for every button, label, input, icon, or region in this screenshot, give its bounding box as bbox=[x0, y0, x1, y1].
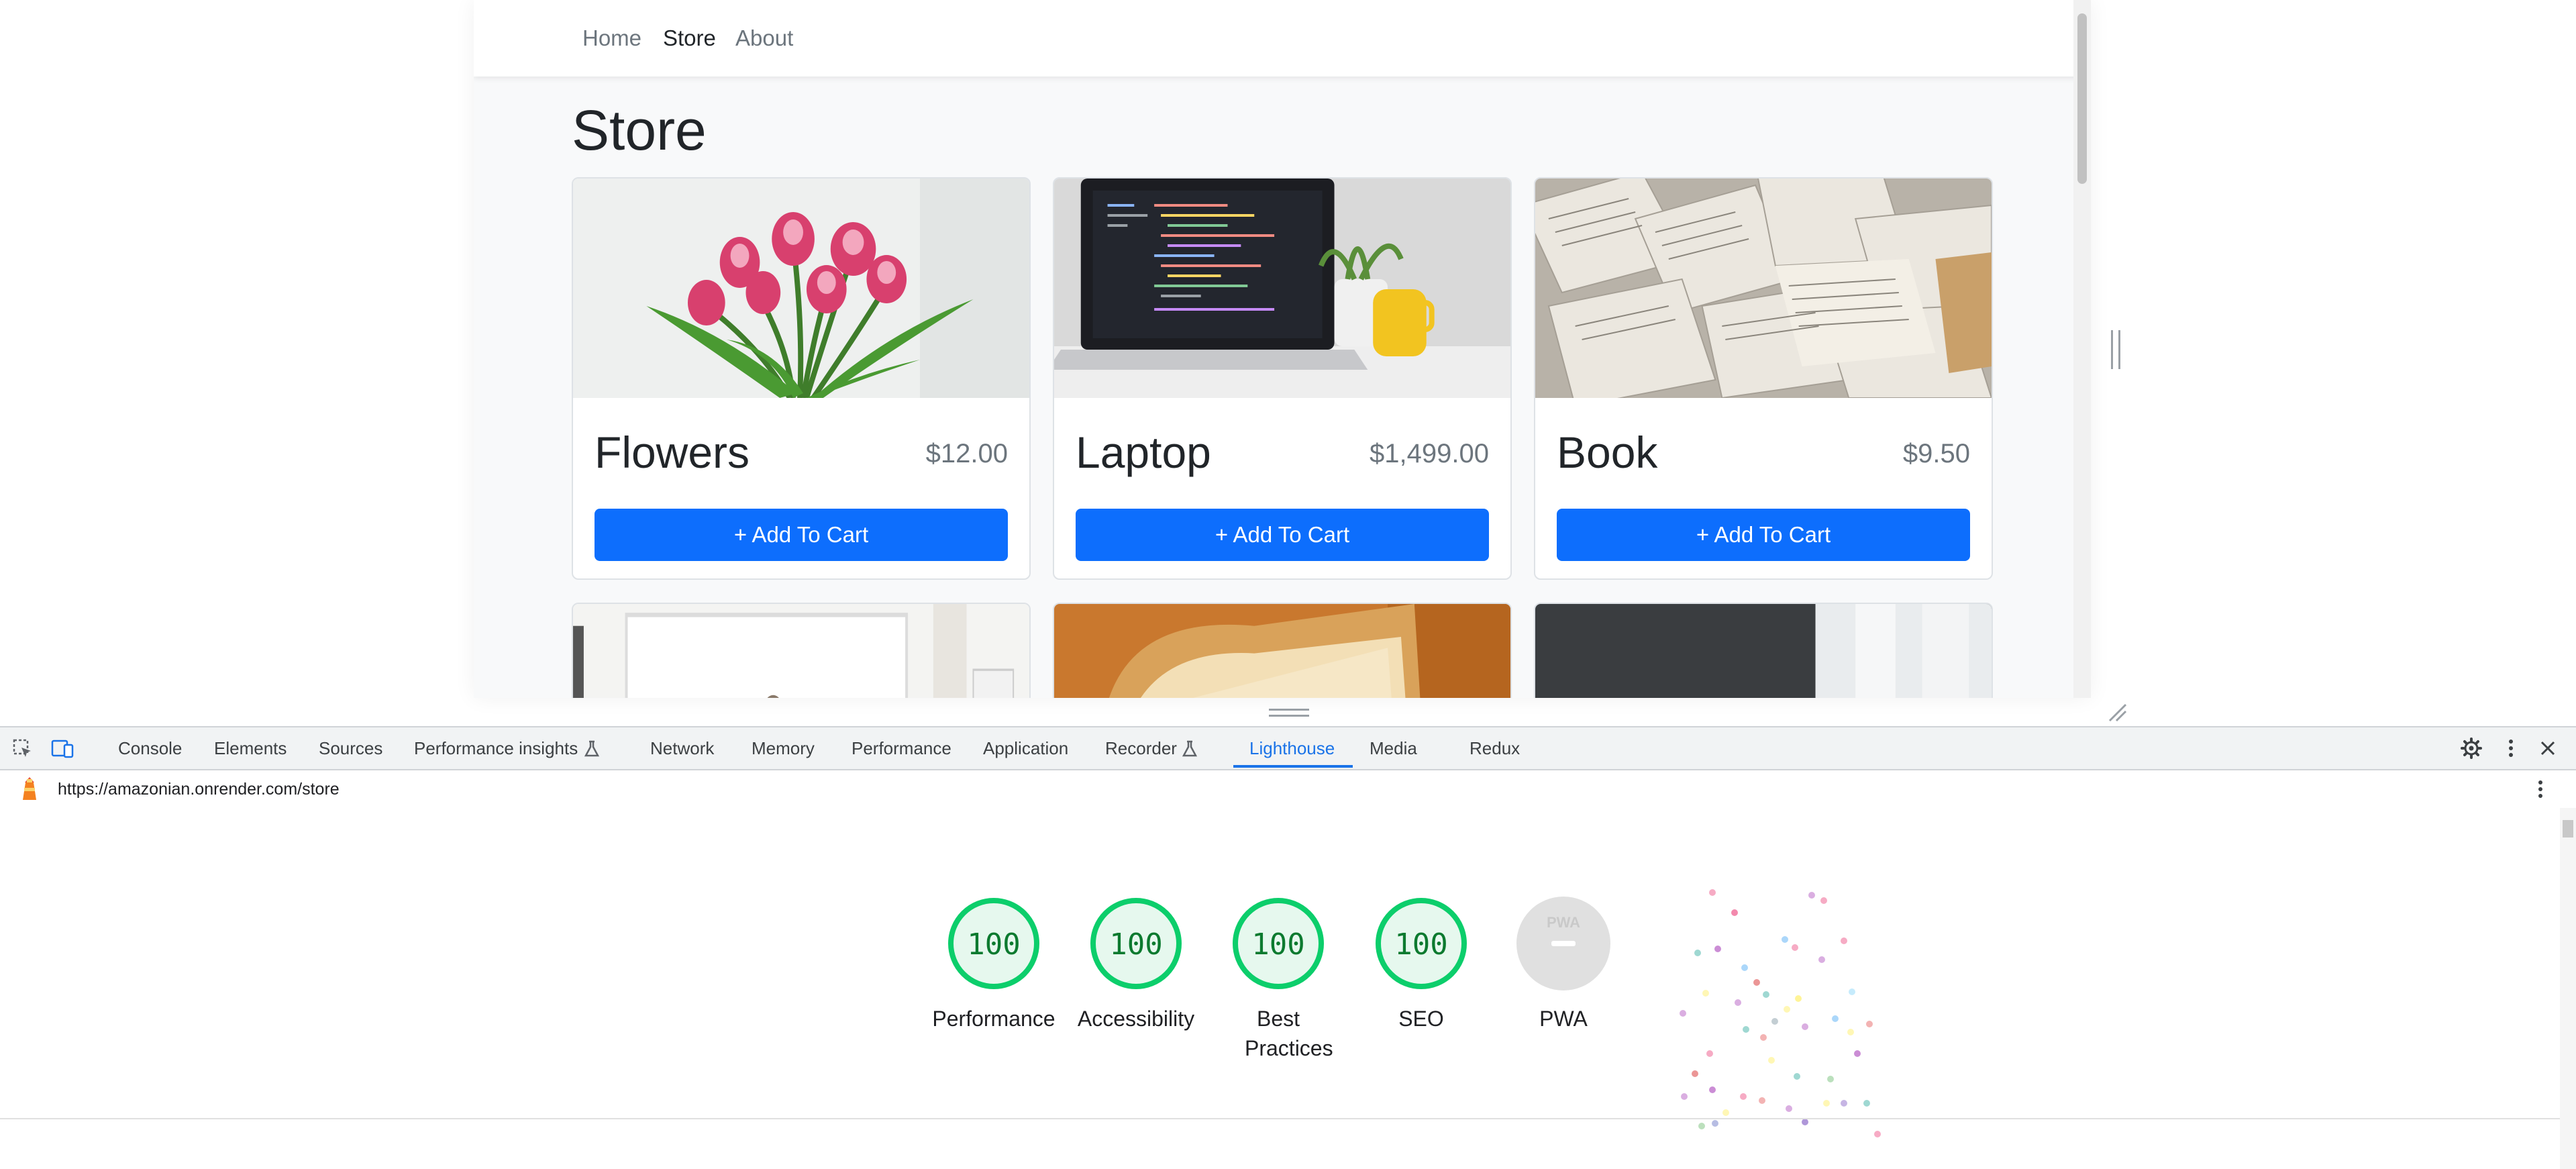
tab-lighthouse[interactable]: Lighthouse bbox=[1249, 727, 1335, 769]
best-practices-score: 100 bbox=[1251, 927, 1305, 962]
more-options-icon[interactable] bbox=[2535, 778, 2546, 801]
devtools-tabbar: Console Elements Sources Performance ins… bbox=[0, 727, 2576, 770]
lighthouse-url-bar: https://amazonian.onrender.com/store bbox=[0, 770, 2576, 809]
product-card-laptop: Laptop $1,499.00 + Add To Cart bbox=[1053, 177, 1512, 580]
lighthouse-report: 100 Performance 100 Accessibility 100 Be… bbox=[0, 808, 2560, 1169]
accessibility-score: 100 bbox=[1109, 927, 1163, 962]
living-room-photo bbox=[573, 604, 1029, 698]
performance-label: Performance bbox=[932, 1007, 1055, 1031]
pwa-badge-icon[interactable] bbox=[1516, 897, 1610, 990]
tab-media[interactable]: Media bbox=[1370, 727, 1417, 769]
product-card bbox=[1534, 603, 1993, 698]
product-card bbox=[572, 603, 1031, 698]
device-toolbar-icon[interactable] bbox=[51, 738, 75, 760]
product-price: $1,499.00 bbox=[1370, 439, 1489, 468]
pwa-badge-text: PWA bbox=[1546, 914, 1581, 931]
product-card-book: Book $9.50 + Add To Cart bbox=[1534, 177, 1993, 580]
accessibility-label: Accessibility bbox=[1077, 1007, 1195, 1031]
tab-sources[interactable]: Sources bbox=[319, 727, 382, 769]
divider bbox=[0, 1118, 2560, 1119]
pink-tulips-photo bbox=[573, 179, 1029, 398]
close-icon[interactable] bbox=[2538, 738, 2558, 758]
product-price: $9.50 bbox=[1902, 439, 1970, 468]
resize-corner-icon[interactable] bbox=[2107, 702, 2127, 722]
tab-redux[interactable]: Redux bbox=[1470, 727, 1520, 769]
product-name: Book bbox=[1557, 427, 1658, 477]
lighthouse-logo-icon bbox=[23, 777, 36, 800]
tab-performance-insights[interactable]: Performance insights bbox=[414, 727, 578, 769]
seo-label: SEO bbox=[1398, 1007, 1444, 1031]
confetti-decoration bbox=[1680, 889, 1881, 1137]
navbar: Home Store About bbox=[474, 0, 2088, 77]
tab-console[interactable]: Console bbox=[118, 727, 182, 769]
page-title: Store bbox=[572, 99, 707, 162]
best-practices-label: Best Practices bbox=[1245, 1007, 1333, 1060]
add-to-cart-button[interactable]: + Add To Cart bbox=[1557, 509, 1970, 561]
seo-score: 100 bbox=[1394, 927, 1448, 962]
tab-network[interactable]: Network bbox=[650, 727, 714, 769]
laptop-code-photo bbox=[1054, 179, 1510, 398]
inspect-element-icon[interactable] bbox=[12, 738, 34, 760]
add-to-cart-button[interactable]: + Add To Cart bbox=[1076, 509, 1489, 561]
active-tab-indicator bbox=[1233, 765, 1353, 768]
page-scrollbar[interactable] bbox=[2073, 0, 2091, 698]
nav-home-link[interactable]: Home bbox=[582, 26, 641, 51]
tab-application[interactable]: Application bbox=[983, 727, 1068, 769]
audited-url: https://amazonian.onrender.com/store bbox=[58, 780, 340, 799]
resize-handle[interactable] bbox=[1269, 709, 1309, 717]
scrollbar-thumb[interactable] bbox=[2077, 13, 2087, 184]
resize-handle[interactable] bbox=[2111, 330, 2120, 369]
experiment-flask-icon bbox=[584, 740, 600, 757]
scrollbar-thumb[interactable] bbox=[2563, 820, 2573, 837]
tab-elements[interactable]: Elements bbox=[214, 727, 287, 769]
page-viewport: Home Store About Store Flowers $12.00 + … bbox=[474, 0, 2091, 698]
nav-store-link[interactable]: Store bbox=[663, 26, 716, 51]
settings-gear-icon[interactable] bbox=[2460, 737, 2483, 760]
pwa-label: PWA bbox=[1539, 1007, 1588, 1031]
white-vases-photo bbox=[1535, 604, 1992, 698]
tab-recorder[interactable]: Recorder bbox=[1105, 727, 1177, 769]
tab-memory[interactable]: Memory bbox=[752, 727, 815, 769]
nav-about-link[interactable]: About bbox=[735, 26, 793, 51]
devtools-panel: Console Elements Sources Performance ins… bbox=[0, 726, 2576, 1169]
more-options-icon[interactable] bbox=[2506, 737, 2516, 760]
bread-slices-photo bbox=[1054, 604, 1510, 698]
report-scrollbar[interactable] bbox=[2560, 808, 2576, 1169]
product-card-flowers: Flowers $12.00 + Add To Cart bbox=[572, 177, 1031, 580]
product-name: Flowers bbox=[595, 427, 750, 477]
add-to-cart-button[interactable]: + Add To Cart bbox=[595, 509, 1008, 561]
experiment-flask-icon bbox=[1182, 740, 1198, 757]
product-name: Laptop bbox=[1076, 427, 1211, 477]
tab-performance[interactable]: Performance bbox=[852, 727, 951, 769]
product-card bbox=[1053, 603, 1512, 698]
performance-score: 100 bbox=[967, 927, 1021, 962]
product-price: $12.00 bbox=[925, 439, 1008, 468]
open-books-photo bbox=[1535, 179, 1992, 398]
